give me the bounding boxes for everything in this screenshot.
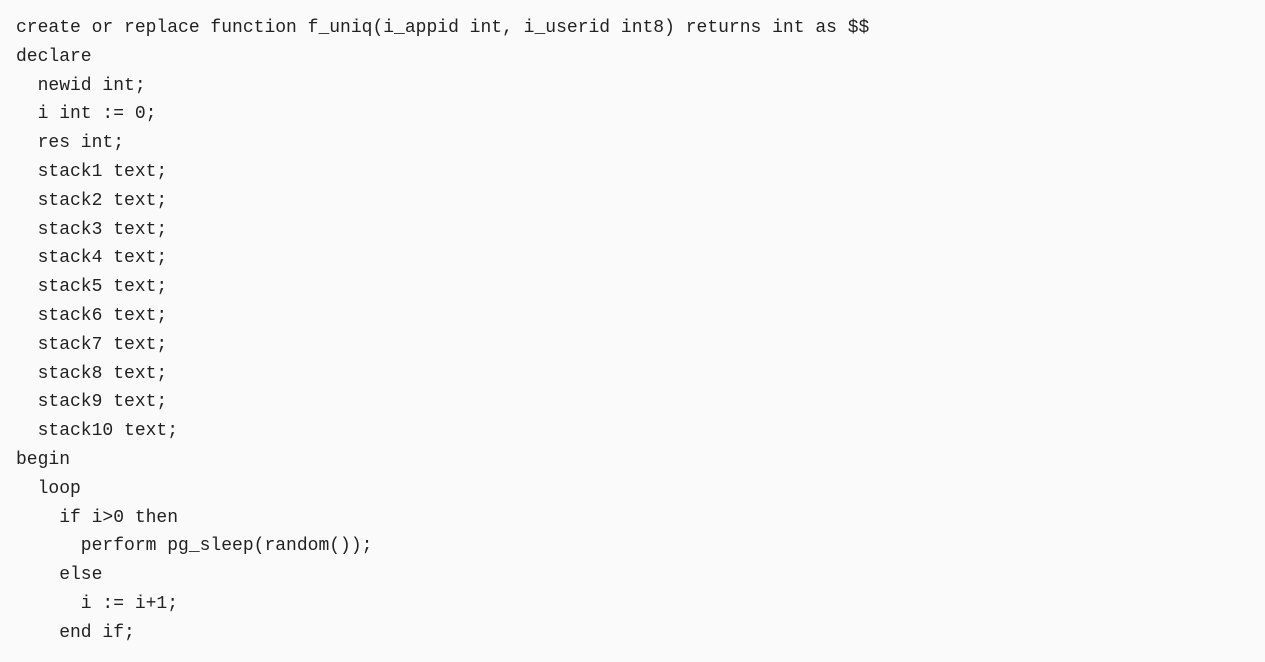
code-line: end if; — [16, 619, 1249, 648]
code-line: loop — [16, 475, 1249, 504]
code-line: create or replace function f_uniq(i_appi… — [16, 14, 1249, 43]
code-line: stack1 text; — [16, 158, 1249, 187]
code-line: stack4 text; — [16, 244, 1249, 273]
code-line: stack8 text; — [16, 360, 1249, 389]
code-line: stack5 text; — [16, 273, 1249, 302]
code-line: i int := 0; — [16, 100, 1249, 129]
code-line: newid int; — [16, 72, 1249, 101]
code-line: if i>0 then — [16, 504, 1249, 533]
code-line: else — [16, 561, 1249, 590]
code-line: stack3 text; — [16, 216, 1249, 245]
code-line: stack6 text; — [16, 302, 1249, 331]
code-line: res int; — [16, 129, 1249, 158]
code-line: declare — [16, 43, 1249, 72]
code-line: stack10 text; — [16, 417, 1249, 446]
code-line: stack7 text; — [16, 331, 1249, 360]
code-line: stack9 text; — [16, 388, 1249, 417]
code-block: create or replace function f_uniq(i_appi… — [16, 14, 1249, 648]
code-line: i := i+1; — [16, 590, 1249, 619]
code-line: perform pg_sleep(random()); — [16, 532, 1249, 561]
code-line: stack2 text; — [16, 187, 1249, 216]
code-line: begin — [16, 446, 1249, 475]
